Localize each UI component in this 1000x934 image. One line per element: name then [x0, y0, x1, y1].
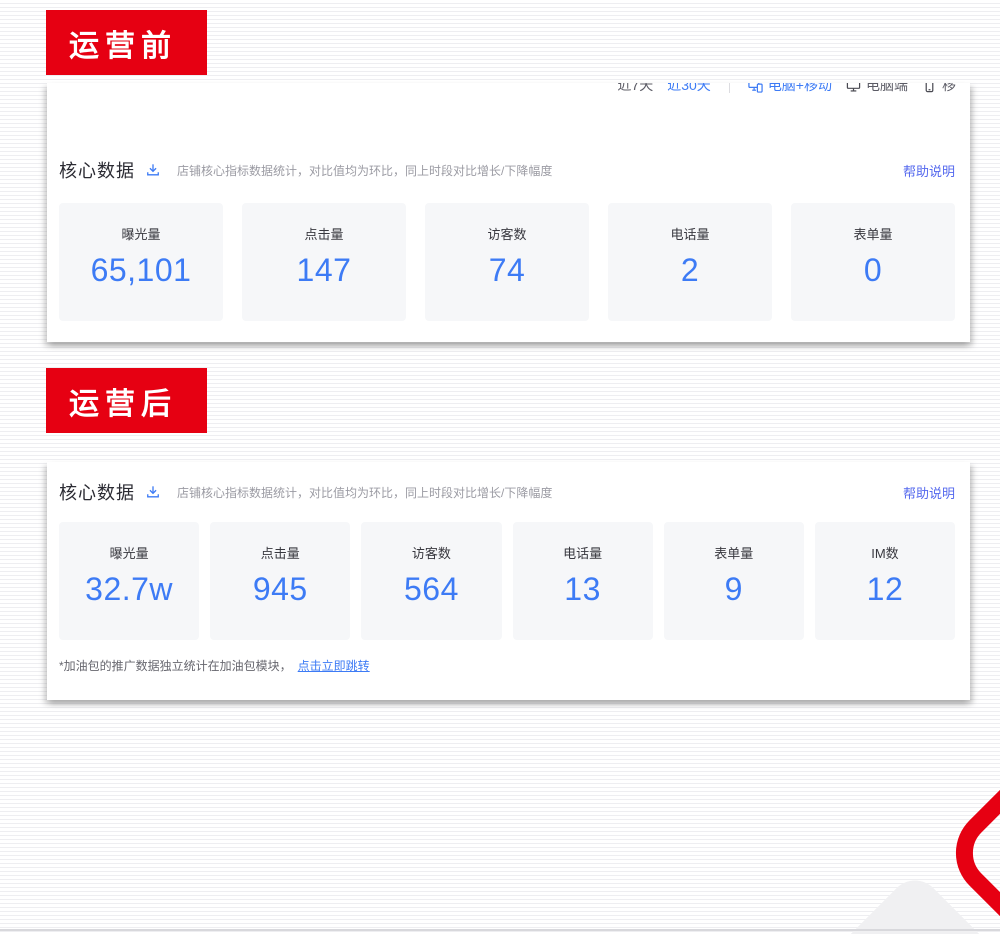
footnote-text: *加油包的推广数据独立统计在加油包模块， — [59, 659, 292, 673]
metric-value: 12 — [867, 571, 904, 608]
footnote-jump-link[interactable]: 点击立即跳转 — [298, 659, 370, 673]
tab-device-pc-mobile[interactable]: 电脑+移动 — [748, 83, 832, 95]
download-icon[interactable] — [146, 485, 160, 499]
metric-card-calls: 电话量 2 — [608, 203, 772, 321]
bottom-border-line — [0, 929, 1000, 931]
panel-title: 核心数据 — [59, 157, 135, 183]
metric-value: 13 — [564, 571, 601, 608]
metric-label: 表单量 — [853, 224, 892, 243]
toolbar-divider — [729, 83, 730, 93]
metric-label: 电话量 — [670, 224, 709, 243]
metric-label: 点击量 — [261, 543, 300, 562]
panel-description: 店铺核心指标数据统计，对比值均为环比，同上时段对比增长/下降幅度 — [177, 484, 552, 501]
help-link[interactable]: 帮助说明 — [903, 483, 955, 502]
tab-range-30d[interactable]: 近30天 — [667, 83, 711, 95]
metric-label: IM数 — [871, 543, 898, 562]
banner-after-label: 运营后 — [69, 379, 177, 423]
metric-value: 9 — [725, 571, 743, 608]
panel-description: 店铺核心指标数据统计，对比值均为环比，同上时段对比增长/下降幅度 — [177, 162, 552, 179]
monitor-icon — [846, 83, 861, 93]
metrics-row-after: 曝光量 32.7w 点击量 945 访客数 564 电话量 13 表单量 9 I… — [59, 522, 955, 640]
metric-value: 564 — [404, 571, 459, 608]
metric-label: 访客数 — [412, 543, 451, 562]
metric-card-exposure: 曝光量 65,101 — [59, 203, 223, 321]
phone-icon — [922, 83, 937, 93]
metric-card-visitors: 访客数 74 — [425, 203, 589, 321]
metric-label: 表单量 — [714, 543, 753, 562]
metric-label: 曝光量 — [110, 543, 149, 562]
pc-mobile-icon — [748, 83, 763, 93]
metric-label: 电话量 — [563, 543, 602, 562]
banner-before: 运营前 — [46, 10, 207, 75]
metric-card-clicks: 点击量 147 — [242, 203, 406, 321]
metric-card-im: IM数 12 — [815, 522, 955, 640]
tab-range-7d[interactable]: 近7天 — [617, 83, 653, 95]
tab-device-pc[interactable]: 电脑端 — [846, 83, 908, 95]
metric-card-forms: 表单量 0 — [791, 203, 955, 321]
metric-value: 32.7w — [85, 571, 173, 608]
toolbar: 近7天 近30天 电脑+移动 — [47, 83, 956, 105]
metric-label: 点击量 — [304, 224, 343, 243]
tab-device-mobile[interactable]: 移 — [922, 83, 956, 95]
metric-value: 147 — [297, 252, 352, 289]
metric-card-forms: 表单量 9 — [664, 522, 804, 640]
panel-title: 核心数据 — [59, 479, 135, 505]
metrics-row-before: 曝光量 65,101 点击量 147 访客数 74 电话量 2 表单量 0 — [59, 203, 955, 321]
metric-value: 0 — [864, 252, 882, 289]
banner-before-label: 运营前 — [69, 21, 177, 65]
metric-value: 2 — [681, 252, 699, 289]
metric-label: 访客数 — [487, 224, 526, 243]
download-icon[interactable] — [146, 163, 160, 177]
metric-value: 74 — [489, 252, 526, 289]
metric-label: 曝光量 — [121, 224, 160, 243]
metric-value: 945 — [253, 571, 308, 608]
metric-card-clicks: 点击量 945 — [210, 522, 350, 640]
metric-card-visitors: 访客数 564 — [361, 522, 501, 640]
help-link[interactable]: 帮助说明 — [903, 161, 955, 180]
metric-value: 65,101 — [91, 252, 192, 289]
core-data-panel-after: 核心数据 店铺核心指标数据统计，对比值均为环比，同上时段对比增长/下降幅度 帮助… — [47, 462, 970, 700]
panel-header-before: 核心数据 店铺核心指标数据统计，对比值均为环比，同上时段对比增长/下降幅度 帮助… — [59, 157, 955, 183]
screen: 运营前 近7天 近30天 — [0, 0, 1000, 934]
banner-after: 运营后 — [46, 368, 207, 433]
metric-card-calls: 电话量 13 — [513, 522, 653, 640]
footnote: *加油包的推广数据独立统计在加油包模块， 点击立即跳转 — [59, 657, 370, 674]
panel-header-after: 核心数据 店铺核心指标数据统计，对比值均为环比，同上时段对比增长/下降幅度 帮助… — [59, 479, 955, 505]
core-data-panel-before: 近7天 近30天 电脑+移动 — [47, 83, 970, 342]
metric-card-exposure: 曝光量 32.7w — [59, 522, 199, 640]
